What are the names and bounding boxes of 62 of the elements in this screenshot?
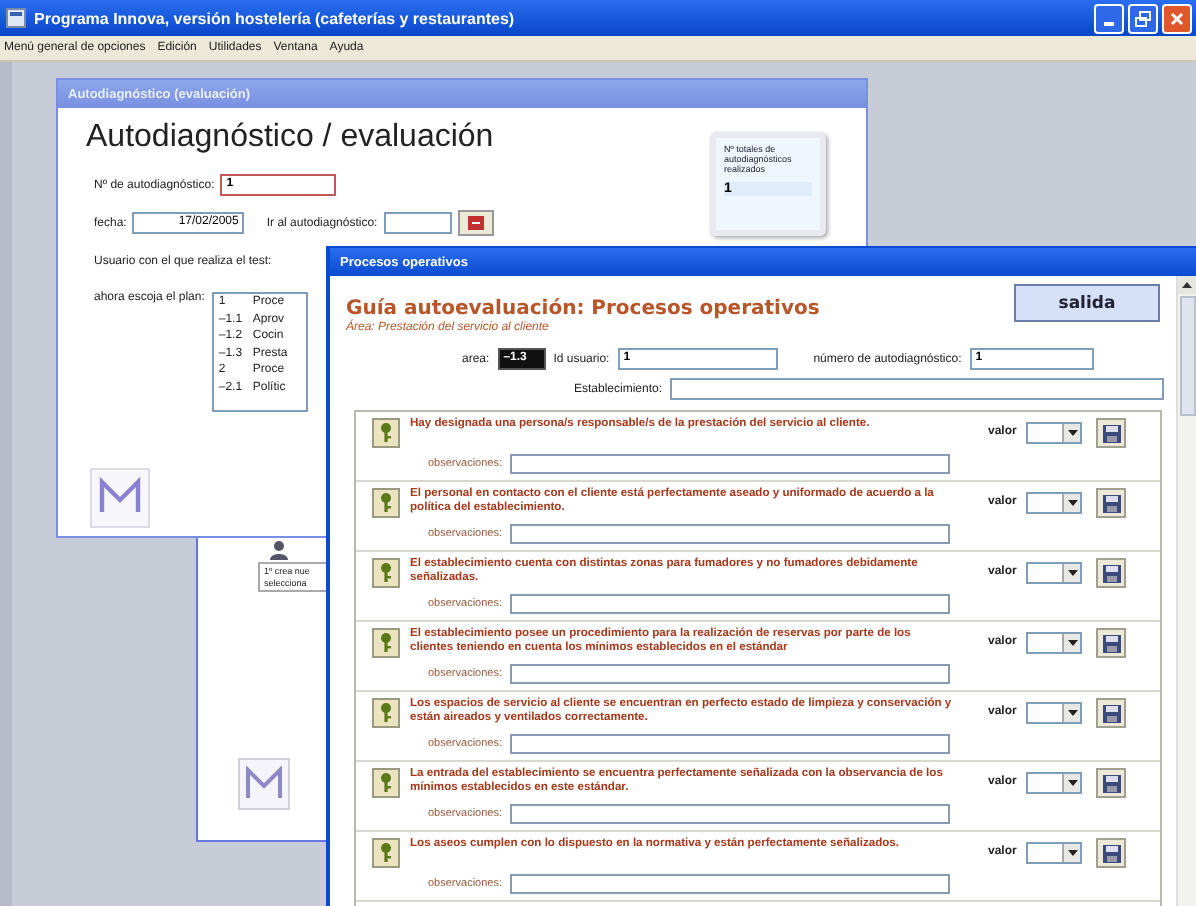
key-button[interactable]	[372, 698, 400, 728]
key-icon	[378, 492, 394, 514]
value-dropdown[interactable]	[1026, 842, 1083, 864]
value-dropdown[interactable]	[1026, 772, 1083, 794]
observations-field[interactable]	[510, 454, 950, 474]
key-button[interactable]	[372, 768, 400, 798]
save-button[interactable]	[1096, 488, 1127, 518]
key-icon	[378, 422, 394, 444]
minimize-icon	[1104, 21, 1114, 25]
form-heading: Autodiagnóstico / evaluación	[86, 120, 496, 156]
window-title: Programa Innova, versión hostelería (cafeterías y restaurantes)	[34, 9, 517, 27]
logo-icon	[90, 468, 150, 528]
save-button[interactable]	[1096, 418, 1127, 448]
person-icon	[270, 540, 288, 560]
key-button[interactable]	[372, 838, 400, 868]
dropdown-arrow-icon[interactable]	[1062, 634, 1081, 652]
scroll-thumb[interactable]	[1179, 296, 1195, 416]
close-icon	[1166, 7, 1188, 29]
close-button[interactable]	[1162, 3, 1192, 33]
dropdown-arrow-icon[interactable]	[1062, 564, 1081, 582]
guide-title: Guía autoevaluación: Procesos operativos	[346, 298, 820, 320]
key-icon	[378, 842, 394, 864]
key-button[interactable]	[372, 488, 400, 518]
observations-field[interactable]	[510, 804, 950, 824]
goto-field[interactable]	[383, 212, 452, 234]
restore-button[interactable]	[1128, 3, 1158, 33]
key-button[interactable]	[372, 558, 400, 588]
observations-field[interactable]	[510, 874, 950, 894]
value-dropdown[interactable]	[1026, 492, 1083, 514]
app-icon	[6, 8, 26, 28]
exit-button[interactable]: salida	[1014, 284, 1160, 322]
key-icon	[378, 702, 394, 724]
observations-field[interactable]	[510, 594, 950, 614]
save-button[interactable]	[1096, 698, 1127, 728]
value-dropdown[interactable]	[1026, 702, 1083, 724]
save-button[interactable]	[1096, 628, 1127, 658]
key-icon	[378, 562, 394, 584]
key-icon	[378, 772, 394, 794]
value-dropdown[interactable]	[1026, 562, 1083, 584]
observations-field[interactable]	[510, 524, 950, 544]
dropdown-arrow-icon[interactable]	[1062, 704, 1081, 722]
dropdown-arrow-icon[interactable]	[1062, 844, 1081, 862]
key-button[interactable]	[372, 628, 400, 658]
observations-field[interactable]	[510, 734, 950, 754]
value-dropdown[interactable]	[1026, 632, 1083, 654]
save-button[interactable]	[1096, 838, 1127, 868]
go-button[interactable]	[457, 210, 494, 236]
save-button[interactable]	[1096, 768, 1127, 798]
key-button[interactable]	[372, 418, 400, 448]
minimize-button[interactable]	[1094, 3, 1124, 33]
dropdown-arrow-icon[interactable]	[1062, 494, 1081, 512]
key-icon	[378, 632, 394, 654]
scroll-up-arrow-icon[interactable]	[1178, 276, 1196, 294]
restore-icon	[1132, 7, 1154, 29]
dropdown-arrow-icon[interactable]	[1062, 774, 1081, 792]
establishment-field[interactable]	[670, 378, 1164, 400]
observations-field[interactable]	[510, 664, 950, 684]
scrollbar[interactable]	[1176, 276, 1196, 906]
dropdown-arrow-icon[interactable]	[1062, 424, 1081, 442]
logo-icon	[238, 758, 290, 810]
save-button[interactable]	[1096, 558, 1127, 588]
value-dropdown[interactable]	[1026, 422, 1083, 444]
